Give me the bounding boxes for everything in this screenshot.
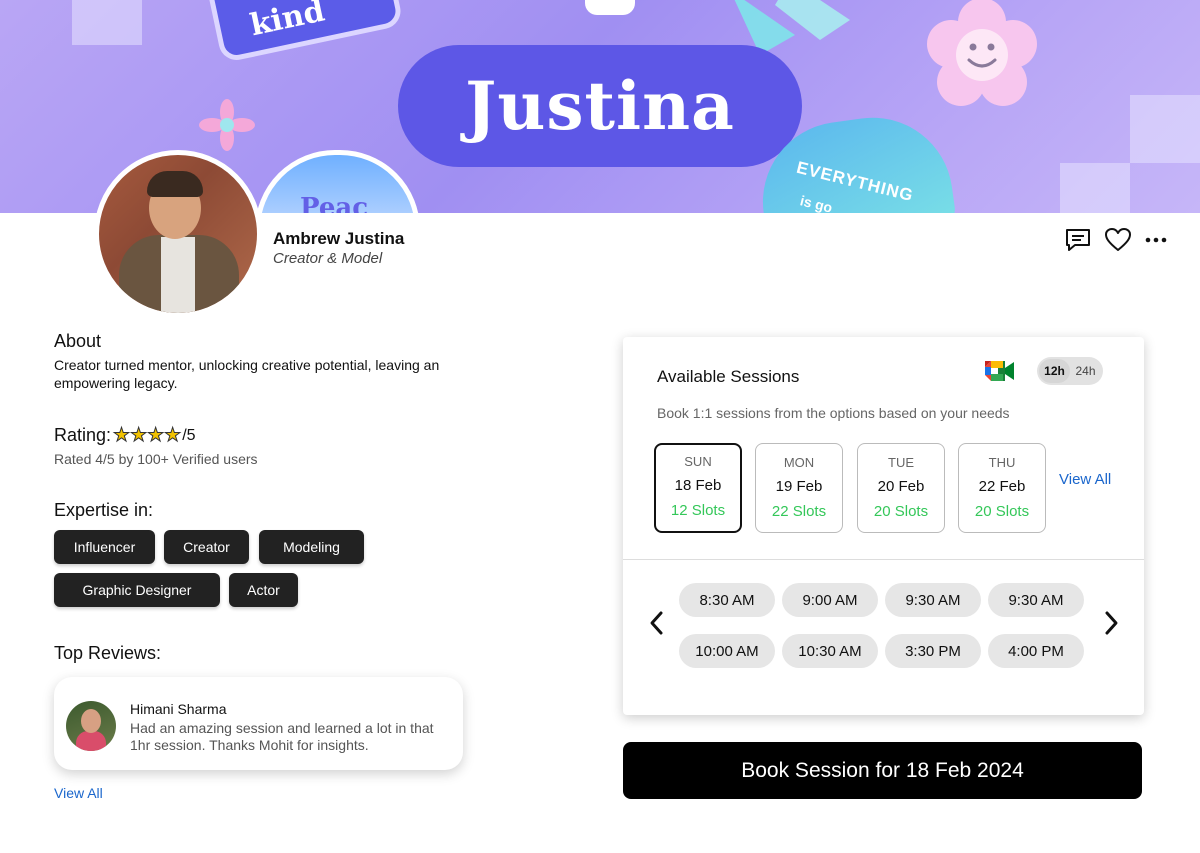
more-icon[interactable] [1144,226,1168,254]
toggle-12h[interactable]: 12h [1039,359,1070,383]
expertise-chip[interactable]: Actor [229,573,298,607]
rating-row: Rating: ★★★★ /5 [54,424,196,447]
expertise-chip[interactable]: Modeling [259,530,364,564]
day-date: 19 Feb [775,478,823,495]
time-slot[interactable]: 9:30 AM [988,583,1084,617]
banner-square [1060,163,1130,213]
chevron-left-icon[interactable] [648,609,666,637]
day-card-thu[interactable]: THU 22 Feb 20 Slots [958,443,1046,533]
expertise-chip[interactable]: Graphic Designer [54,573,220,607]
banner-square [72,0,142,45]
time-slot[interactable]: 4:00 PM [988,634,1084,668]
rating-stars: ★★★★ [113,425,182,447]
time-format-toggle[interactable]: 12h 24h [1037,357,1103,385]
day-date: 18 Feb [674,477,722,494]
kind-sticker: kind [205,0,404,64]
sessions-title: Available Sessions [657,367,800,386]
day-card-tue[interactable]: TUE 20 Feb 20 Slots [857,443,945,533]
chat-icon[interactable] [1064,226,1092,254]
rating-label: Rating: [54,425,112,445]
time-slot[interactable]: 10:00 AM [679,634,775,668]
day-weekday: SUN [684,454,712,469]
chevron-right-icon[interactable] [1102,609,1120,637]
time-slot[interactable]: 8:30 AM [679,583,775,617]
expertise-chip[interactable]: Influencer [54,530,155,564]
profile-name: Ambrew Justina [273,229,405,248]
profile-avatar [94,150,262,318]
white-sticker [585,0,635,15]
rating-note: Rated 4/5 by 100+ Verified users [54,451,258,467]
reviews-view-all-link[interactable]: View All [54,785,103,801]
google-meet-icon [985,361,1014,381]
sessions-divider [623,559,1144,560]
review-card: Himani Sharma Had an amazing session and… [54,677,463,770]
sessions-card: Available Sessions Book 1:1 sessions fro… [623,337,1144,715]
day-card-mon[interactable]: MON 19 Feb 22 Slots [755,443,843,533]
day-date: 22 Feb [978,478,1026,495]
reviewer-avatar [66,701,116,751]
reviews-title: Top Reviews: [54,643,162,663]
toggle-24h[interactable]: 24h [1070,359,1101,383]
review-text: Had an amazing session and learned a lot… [130,720,434,753]
rating-max: /5 [182,426,196,444]
day-slots: 12 Slots [670,502,726,519]
sessions-view-all-link[interactable]: View All [1059,471,1111,488]
day-weekday: TUE [888,455,914,470]
book-session-button[interactable]: Book Session for 18 Feb 2024 [623,742,1142,799]
day-weekday: THU [988,455,1016,470]
expertise-chip[interactable]: Creator [164,530,249,564]
banner-name-pill: Justina [398,45,802,167]
time-slot[interactable]: 9:00 AM [782,583,878,617]
time-slot[interactable]: 10:30 AM [782,634,878,668]
day-date: 20 Feb [877,478,925,495]
peace-sticker: Peac [255,150,420,213]
expertise-title: Expertise in: [54,500,154,520]
time-slot[interactable]: 3:30 PM [885,634,981,668]
day-card-sun[interactable]: SUN 18 Feb 12 Slots [654,443,742,533]
heart-icon[interactable] [1104,226,1132,254]
time-slot[interactable]: 9:30 AM [885,583,981,617]
about-title: About [54,331,102,351]
sparkle-sticker [199,99,255,151]
smiley-flower-icon [927,0,1037,106]
day-slots: 20 Slots [974,503,1030,520]
profile-role: Creator & Model [273,250,383,267]
banner-name-text: Justina [465,67,735,145]
header-actions [1064,226,1168,254]
day-slots: 20 Slots [873,503,929,520]
about-text: Creator turned mentor, unlocking creativ… [54,357,440,391]
reviewer-name: Himani Sharma [130,701,227,717]
banner-square [1130,95,1200,163]
sessions-subtitle: Book 1:1 sessions from the options based… [657,405,1010,421]
day-slots: 22 Slots [771,503,827,520]
day-weekday: MON [783,455,815,470]
